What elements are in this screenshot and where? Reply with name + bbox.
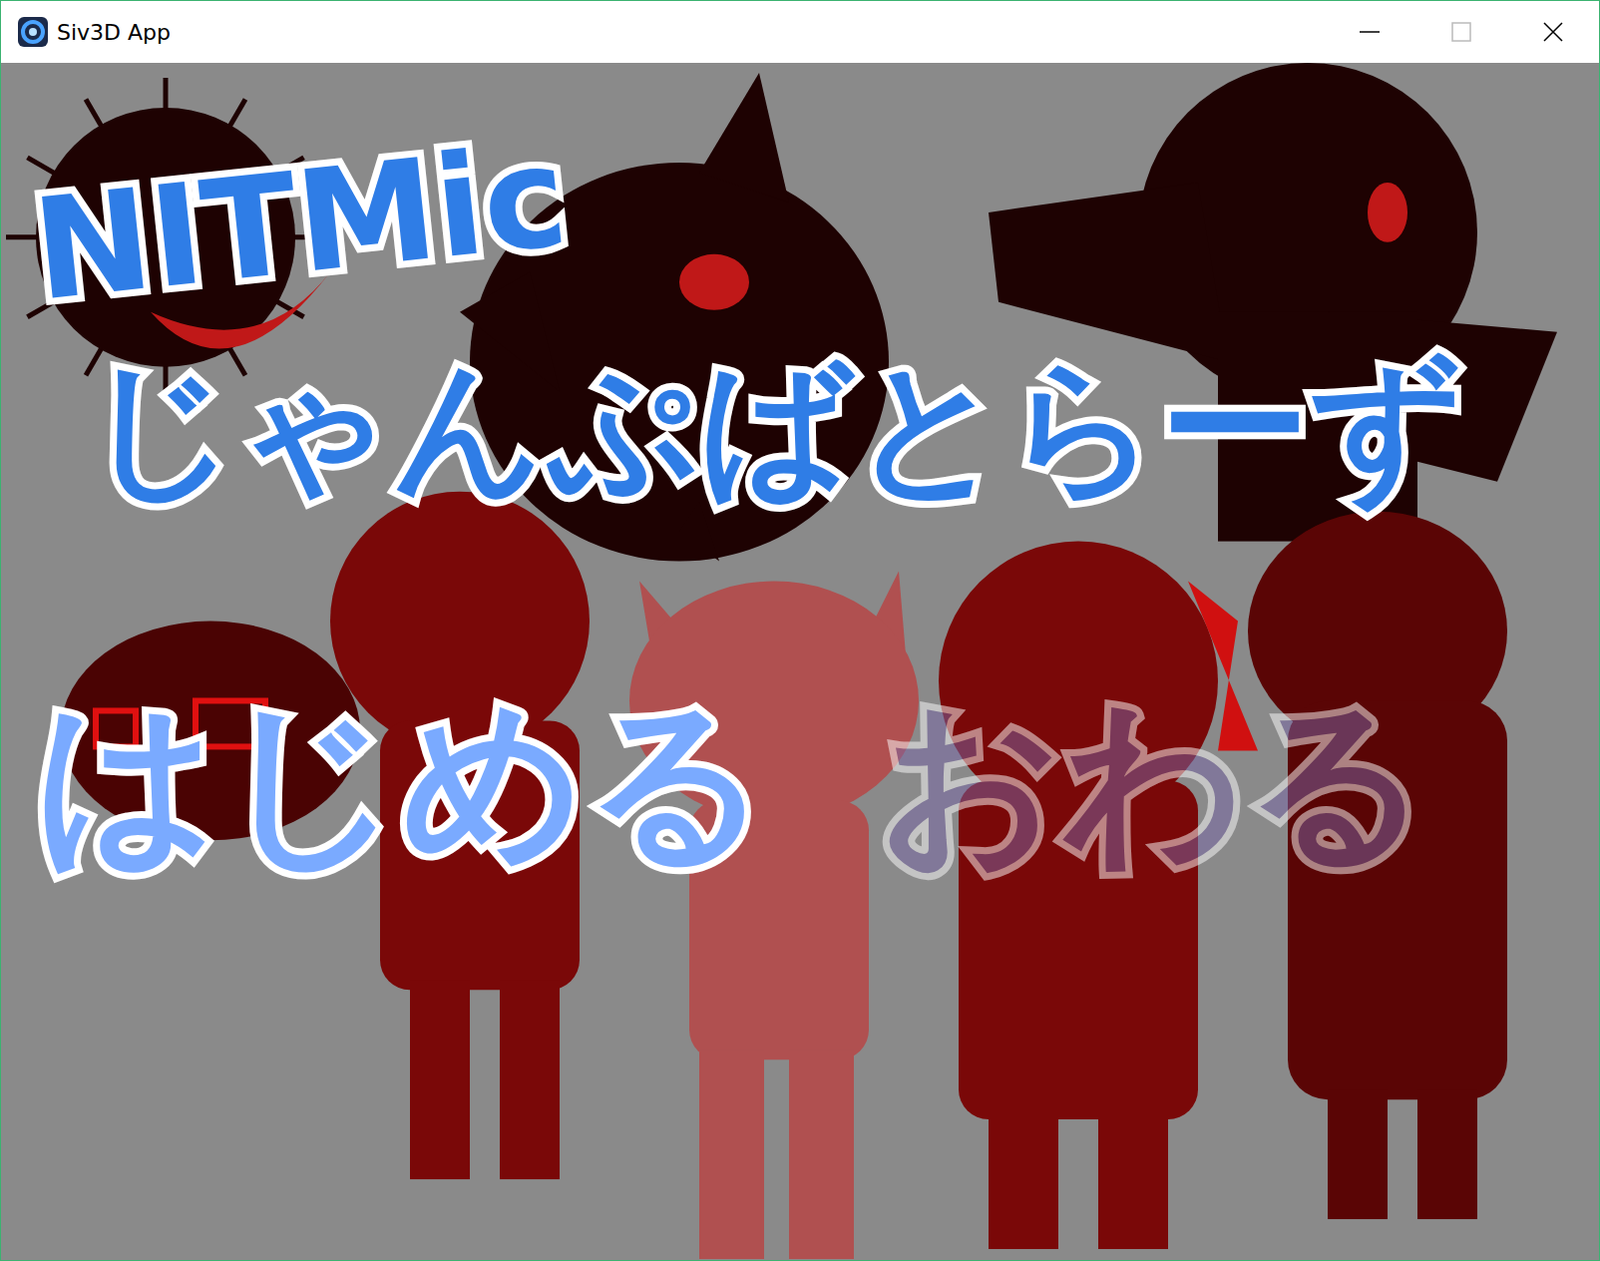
ribbon-girl-silhouette — [938, 541, 1258, 1249]
game-title: じゃんぷばとらーず — [24, 352, 1600, 502]
window-title: Siv3D App — [56, 15, 171, 49]
minimize-icon — [1358, 20, 1381, 43]
menu-item[interactable]: おわる — [878, 691, 1430, 871]
cat-girl-silhouette — [629, 571, 919, 1259]
minimize-button[interactable] — [1323, 0, 1416, 63]
main-menu: はじめるおわる — [24, 691, 1600, 871]
game-logo: NITMic — [17, 62, 1599, 323]
app-window: Siv3D App NITMic じゃんぷばとらーずはじめるおわる — [0, 0, 1600, 1261]
title-bar: Siv3D App — [0, 0, 1600, 63]
close-button[interactable] — [1507, 0, 1600, 63]
app-icon — [16, 15, 49, 48]
close-icon — [1542, 20, 1565, 43]
maximize-button[interactable] — [1415, 0, 1508, 63]
maximize-icon — [1450, 20, 1473, 43]
menu-item[interactable]: はじめる — [34, 691, 770, 871]
title-screen: NITMic じゃんぷばとらーずはじめるおわる — [0, 62, 1600, 1260]
